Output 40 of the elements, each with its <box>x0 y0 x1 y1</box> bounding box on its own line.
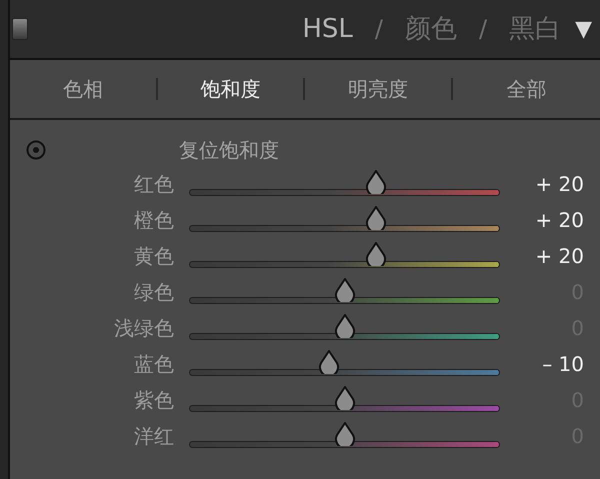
slider-value: + 20 <box>534 207 584 234</box>
tab[interactable]: 明亮度 <box>348 74 408 104</box>
slider-thumb[interactable] <box>334 314 356 338</box>
slider-thumb[interactable] <box>334 278 356 302</box>
slider-thumb[interactable] <box>364 242 387 266</box>
slider-thumb[interactable] <box>318 350 340 374</box>
mode-separator: / <box>374 14 383 45</box>
slider-label: 红色 <box>133 171 174 198</box>
slider-track[interactable] <box>189 422 500 450</box>
mode-tab[interactable]: 颜色 <box>404 10 457 48</box>
slider-label: 橙色 <box>133 207 174 234</box>
slider-track[interactable] <box>189 350 500 378</box>
slider-label: 蓝色 <box>133 351 174 378</box>
mode-tab[interactable]: 黑白 <box>509 10 562 48</box>
collapse-button[interactable]: ▼ <box>575 12 592 46</box>
slider-value: – 10 <box>541 351 584 378</box>
slider-value: + 20 <box>534 171 584 198</box>
slider-thumb[interactable] <box>334 422 356 446</box>
slider-label: 洋红 <box>133 423 174 450</box>
slider-thumb[interactable] <box>334 386 356 410</box>
slider-label: 绿色 <box>133 279 174 306</box>
slider-label: 紫色 <box>133 387 174 414</box>
tab[interactable]: 全部 <box>506 74 546 104</box>
slider-track[interactable] <box>189 206 500 234</box>
slider-thumb[interactable] <box>364 170 387 194</box>
slider-label: 浅绿色 <box>113 315 174 342</box>
mode-tab[interactable]: HSL <box>302 10 353 48</box>
slider-track[interactable] <box>189 278 500 306</box>
slider-label: 黄色 <box>133 243 174 270</box>
slider-track[interactable] <box>189 314 500 342</box>
slider-track[interactable] <box>189 386 500 414</box>
slider-value: + 20 <box>534 243 584 270</box>
slider-thumb[interactable] <box>364 206 387 230</box>
tab[interactable]: 色相 <box>62 74 103 104</box>
panel-toggle-icon[interactable] <box>12 18 28 40</box>
slider-track[interactable] <box>189 242 500 270</box>
reset-label[interactable]: 复位饱和度 <box>179 135 279 165</box>
mode-separator: / <box>478 14 488 45</box>
slider-track[interactable] <box>189 170 500 198</box>
tab[interactable]: 饱和度 <box>200 74 260 104</box>
